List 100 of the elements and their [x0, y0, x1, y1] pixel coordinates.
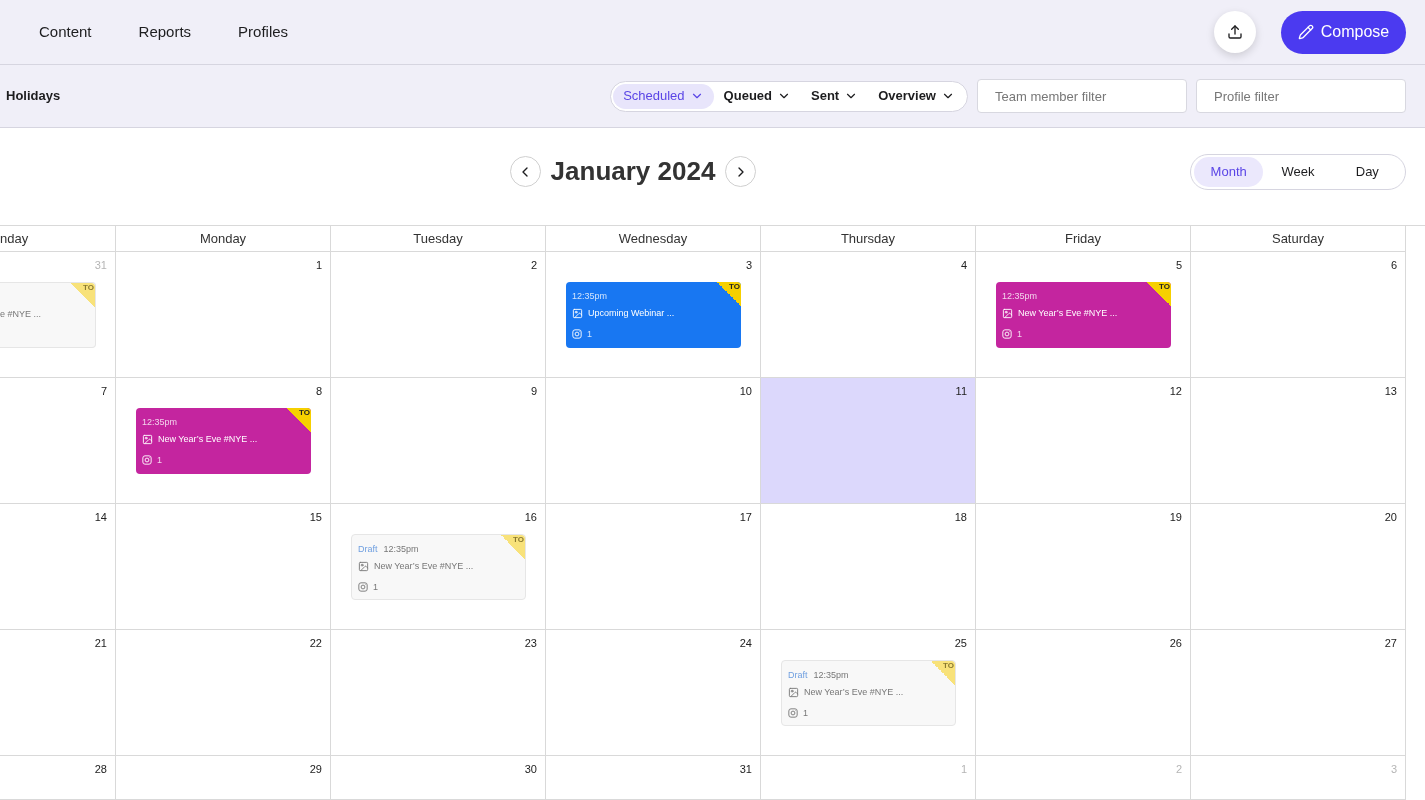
camera-icon — [572, 329, 582, 339]
post-title: e #NYE ... — [0, 308, 42, 320]
export-button[interactable] — [1214, 11, 1256, 53]
day-number: 25 — [954, 637, 967, 650]
day-number: 14 — [94, 511, 107, 524]
day-number: 1 — [315, 259, 322, 272]
camera-icon — [142, 455, 152, 465]
weekday-label: Saturday — [1271, 229, 1324, 248]
post-card[interactable]: e #NYE ... TO — [0, 282, 96, 348]
day-number: 9 — [530, 385, 537, 398]
view-tab[interactable]: Month — [1194, 157, 1264, 187]
day-cell[interactable]: 17 — [546, 504, 761, 630]
day-number: 18 — [954, 511, 967, 524]
day-cell[interactable]: 31 — [546, 756, 761, 800]
day-cell[interactable]: 13 — [1191, 378, 1406, 504]
day-cell[interactable]: 8 12:35pm New Year’s Eve #NYE ... 1 TO — [116, 378, 331, 504]
weekday-label: Friday — [1064, 229, 1102, 248]
day-cell[interactable]: 21 — [0, 630, 116, 756]
team-member-filter[interactable]: Team member filter — [977, 79, 1187, 113]
day-cell[interactable]: 29 — [116, 756, 331, 800]
day-number: 28 — [94, 763, 107, 776]
day-cell[interactable]: 31 e #NYE ... TO — [0, 252, 116, 378]
day-cell[interactable]: 12 — [976, 378, 1191, 504]
weekday-label: Wednesday — [618, 229, 688, 248]
post-time: 12:35pm — [572, 290, 608, 302]
day-cell[interactable]: 28 — [0, 756, 116, 800]
post-count: 1 — [373, 581, 378, 593]
day-cell[interactable]: 4 — [761, 252, 976, 378]
day-number: 12 — [1169, 385, 1182, 398]
day-cell[interactable]: 16 Draft 12:35pm New Year’s Eve #NYE ... 1 TO — [331, 504, 546, 630]
day-cell[interactable]: 1 — [116, 252, 331, 378]
day-cell[interactable]: 9 — [331, 378, 546, 504]
post-card[interactable]: 12:35pm New Year’s Eve #NYE ... 1 TO — [136, 408, 311, 474]
day-cell[interactable]: 18 — [761, 504, 976, 630]
post-count: 1 — [1017, 328, 1022, 340]
day-number: 4 — [960, 259, 967, 272]
day-cell[interactable]: 11 — [761, 378, 976, 504]
day-cell[interactable]: 3 12:35pm Upcoming Webinar ... 1 TO — [546, 252, 761, 378]
status-tab[interactable]: Scheduled — [613, 83, 714, 109]
view-tab[interactable]: Day — [1332, 157, 1402, 187]
day-cell[interactable]: 25 Draft 12:35pm New Year’s Eve #NYE ... 1 TO — [761, 630, 976, 756]
weekday-label: nday — [0, 229, 29, 248]
day-number: 26 — [1169, 637, 1182, 650]
status-tab[interactable]: Queued — [713, 83, 801, 109]
day-cell[interactable]: 24 — [546, 630, 761, 756]
day-number: 2 — [1175, 763, 1182, 776]
nav-link[interactable]: Profiles — [238, 20, 289, 44]
post-time: 12:35pm — [383, 543, 419, 555]
day-cell[interactable]: 10 — [546, 378, 761, 504]
profile-filter[interactable]: Profile filter — [1196, 79, 1406, 113]
day-number: 22 — [309, 637, 322, 650]
status-tab[interactable]: Sent — [801, 83, 869, 109]
camera-icon — [1002, 329, 1012, 339]
day-cell[interactable]: 14 — [0, 504, 116, 630]
image-icon — [1002, 307, 1013, 319]
corner-badge: TO — [1147, 282, 1171, 306]
day-cell[interactable]: 20 — [1191, 504, 1406, 630]
day-cell[interactable]: 15 — [116, 504, 331, 630]
day-number: 11 — [955, 385, 967, 398]
day-cell[interactable]: 2 — [331, 252, 546, 378]
day-cell[interactable]: 23 — [331, 630, 546, 756]
draft-label: Draft — [788, 669, 808, 681]
day-cell[interactable]: 26 — [976, 630, 1191, 756]
post-time: 12:35pm — [1002, 290, 1038, 302]
post-card[interactable]: Draft 12:35pm New Year’s Eve #NYE ... 1 TO — [351, 534, 526, 600]
post-time: 12:35pm — [142, 416, 178, 428]
view-tab[interactable]: Week — [1263, 157, 1333, 187]
day-number: 31 — [94, 259, 107, 272]
day-cell[interactable]: 7 — [0, 378, 116, 504]
day-number: 21 — [94, 637, 107, 650]
image-icon — [788, 686, 799, 698]
day-number: 1 — [960, 763, 967, 776]
post-card[interactable]: Draft 12:35pm New Year’s Eve #NYE ... 1 TO — [781, 660, 956, 726]
day-cell[interactable]: 22 — [116, 630, 331, 756]
nav-link[interactable]: Reports — [138, 20, 192, 44]
day-number: 20 — [1384, 511, 1397, 524]
day-cell[interactable]: 30 — [331, 756, 546, 800]
pencil-icon — [1297, 24, 1314, 40]
day-cell[interactable]: 19 — [976, 504, 1191, 630]
camera-icon — [788, 708, 798, 718]
post-count: 1 — [157, 454, 162, 466]
nav-link[interactable]: Content — [39, 20, 92, 44]
post-card[interactable]: 12:35pm New Year’s Eve #NYE ... 1 TO — [996, 282, 1171, 348]
post-title: Upcoming Webinar ... — [588, 307, 675, 319]
day-number: 8 — [315, 385, 322, 398]
weekday-label: Monday — [199, 229, 247, 248]
weekday-label: Thursday — [840, 229, 896, 248]
day-cell[interactable]: 6 — [1191, 252, 1406, 378]
day-number: 13 — [1384, 385, 1397, 398]
upload-icon — [1227, 24, 1243, 40]
day-number: 27 — [1384, 637, 1397, 650]
day-number: 31 — [739, 763, 752, 776]
day-number: 30 — [524, 763, 537, 776]
compose-button[interactable]: Compose — [1281, 10, 1406, 54]
status-tab[interactable]: Overview — [868, 83, 965, 109]
day-number: 16 — [524, 511, 537, 524]
post-card[interactable]: 12:35pm Upcoming Webinar ... 1 TO — [566, 282, 741, 348]
day-number: 19 — [1169, 511, 1182, 524]
day-cell[interactable]: 5 12:35pm New Year’s Eve #NYE ... 1 TO — [976, 252, 1191, 378]
day-cell[interactable]: 27 — [1191, 630, 1406, 756]
